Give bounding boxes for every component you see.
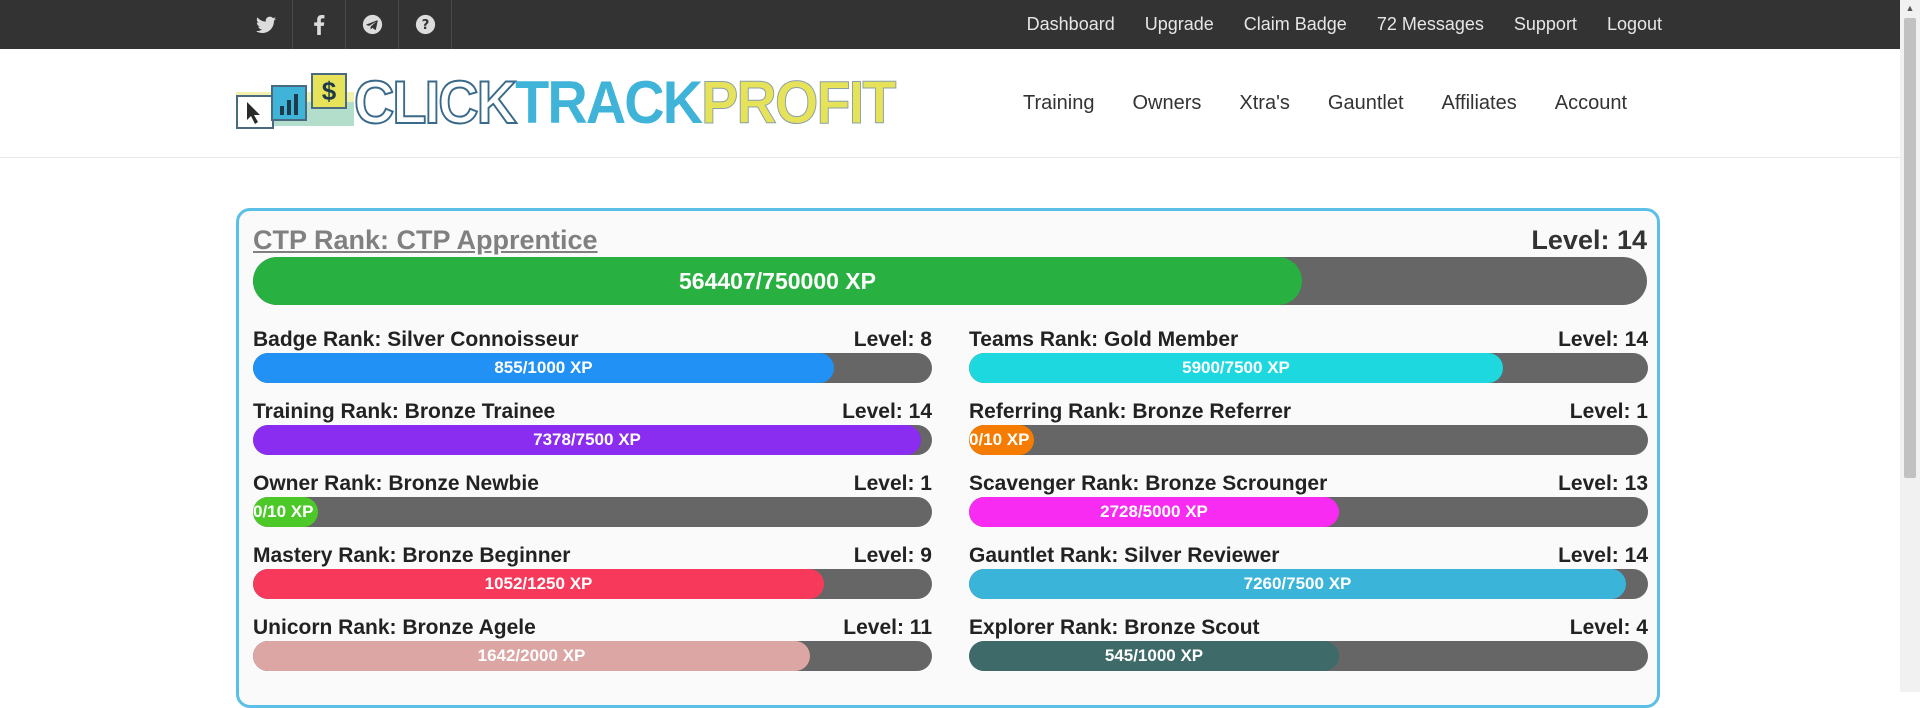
nav-affiliates[interactable]: Affiliates [1442, 92, 1517, 115]
rank-row: Explorer Rank: Bronze Scout Level: 4 545/1… [969, 616, 1648, 676]
rank-level: Level: 14 [1558, 328, 1648, 351]
rank-xp-text: 0/10 XP [253, 502, 314, 521]
rank-level: Level: 1 [1569, 400, 1648, 423]
rank-name: Scavenger Rank: Bronze Scrounger [969, 472, 1328, 495]
rank-row: Owner Rank: Bronze Newbie Level: 1 0/10 XP [253, 472, 932, 532]
rank-progress-bar: 1642/2000 XP [253, 641, 932, 671]
rank-level: Level: 14 [1558, 544, 1648, 567]
rank-level: Level: 8 [853, 328, 932, 351]
rank-xp-text: 5900/7500 XP [1182, 358, 1290, 377]
nav-dashboard[interactable]: Dashboard [1027, 14, 1115, 35]
nav-xtras[interactable]: Xtra's [1239, 92, 1290, 115]
rank-progress-bar: 5900/7500 XP [969, 353, 1648, 383]
rank-progress-bar: 0/10 XP [969, 425, 1648, 455]
rank-progress-bar: 855/1000 XP [253, 353, 932, 383]
rank-name: Gauntlet Rank: Silver Reviewer [969, 544, 1280, 567]
nav-logout[interactable]: Logout [1607, 14, 1662, 35]
rank-xp-text: 2728/5000 XP [1100, 502, 1208, 521]
rank-xp-text: 1642/2000 XP [477, 646, 586, 665]
rank-xp-text: 7260/7500 XP [1243, 574, 1352, 593]
rank-name: Badge Rank: Silver Connoisseur [253, 328, 579, 351]
main-nav: Training Owners Xtra's Gauntlet Affiliat… [985, 49, 1627, 157]
scroll-thumb[interactable] [1904, 18, 1916, 478]
nav-gauntlet[interactable]: Gauntlet [1328, 92, 1404, 115]
rank-row: Badge Rank: Silver Connoisseur Level: 8 85… [253, 328, 932, 388]
svg-text:$: $ [322, 76, 337, 106]
rank-progress-bar: 7260/7500 XP [969, 569, 1648, 599]
rank-level: Level: 11 [843, 616, 932, 639]
rank-row: Referring Rank: Bronze Referrer Level: 1 0… [969, 400, 1648, 460]
svg-text:?: ? [421, 18, 429, 33]
rank-progress-bar: 2728/5000 XP [969, 497, 1648, 527]
page-scrollbar[interactable]: ▲ [1900, 0, 1920, 692]
site-header: $ CLICKTRACKPROFIT Training Owners Xtra'… [0, 49, 1900, 158]
rank-level: Level: 13 [1558, 472, 1648, 495]
ctp-rank-progress-bar: 564407/750000 XP [253, 257, 1647, 305]
rank-progress-bar: 7378/7500 XP [253, 425, 932, 455]
rank-name: Mastery Rank: Bronze Beginner [253, 544, 571, 567]
rank-level: Level: 4 [1569, 616, 1648, 639]
rank-level: Level: 1 [853, 472, 932, 495]
top-nav: Dashboard Upgrade Claim Badge 72 Message… [997, 0, 1662, 49]
rank-row: Unicorn Rank: Bronze Agele Level: 11 1642/… [253, 616, 932, 676]
twitter-icon[interactable] [240, 0, 293, 49]
logo-wordmark: CLICKTRACKPROFIT [353, 72, 897, 134]
nav-owners[interactable]: Owners [1132, 92, 1201, 115]
ctp-rank-title[interactable]: CTP Rank: CTP Apprentice [253, 225, 598, 256]
nav-claim-badge[interactable]: Claim Badge [1244, 14, 1347, 35]
rank-progress-bar: 0/10 XP [253, 497, 932, 527]
ctp-rank-xp-text: 564407/750000 XP [679, 268, 876, 294]
rank-xp-text: 0/10 XP [969, 430, 1030, 449]
rank-xp-text: 855/1000 XP [494, 358, 593, 377]
nav-account[interactable]: Account [1555, 92, 1627, 115]
nav-messages[interactable]: 72 Messages [1377, 14, 1484, 35]
rank-progress-bar: 545/1000 XP [969, 641, 1648, 671]
top-bar: ? Dashboard Upgrade Claim Badge 72 Messa… [0, 0, 1900, 49]
social-links: ? [240, 0, 452, 49]
rank-progress-bar: 1052/1250 XP [253, 569, 932, 599]
logo-part-track: TRACK [515, 69, 703, 136]
logo-part-click: CLICK [353, 69, 518, 136]
rank-name: Explorer Rank: Bronze Scout [969, 616, 1260, 639]
telegram-icon[interactable] [346, 0, 399, 49]
help-icon[interactable]: ? [399, 0, 452, 49]
rank-level: Level: 9 [853, 544, 932, 567]
nav-training[interactable]: Training [1023, 92, 1095, 115]
logo-part-profit: PROFIT [701, 69, 897, 136]
ctp-rank-level: Level: 14 [1531, 225, 1647, 255]
rank-row: Mastery Rank: Bronze Beginner Level: 9 105… [253, 544, 932, 604]
rank-panel: CTP Rank: CTP Apprentice Level: 14 56440… [236, 208, 1660, 708]
rank-name: Referring Rank: Bronze Referrer [969, 400, 1292, 423]
site-logo[interactable]: $ CLICKTRACKPROFIT [236, 72, 935, 134]
ctp-rank-header: CTP Rank: CTP Apprentice Level: 14 [253, 225, 1647, 255]
scroll-up-icon[interactable]: ▲ [1900, 0, 1920, 16]
rank-row: Scavenger Rank: Bronze Scrounger Level: 1… [969, 472, 1648, 532]
rank-row: Training Rank: Bronze Trainee Level: 14 73… [253, 400, 932, 460]
rank-row: Gauntlet Rank: Silver Reviewer Level: 14 7… [969, 544, 1648, 604]
nav-support[interactable]: Support [1514, 14, 1577, 35]
rank-name: Owner Rank: Bronze Newbie [253, 472, 539, 495]
rank-xp-text: 7378/7500 XP [533, 430, 641, 449]
rank-row: Teams Rank: Gold Member Level: 14 5900/750… [969, 328, 1648, 388]
rank-xp-text: 545/1000 XP [1104, 646, 1204, 665]
rank-name: Training Rank: Bronze Trainee [253, 400, 556, 423]
rank-name: Unicorn Rank: Bronze Agele [253, 616, 536, 639]
nav-upgrade[interactable]: Upgrade [1145, 14, 1214, 35]
logo-graphic-icon: $ [236, 73, 354, 129]
rank-xp-text: 1052/1250 XP [484, 574, 593, 593]
facebook-icon[interactable] [293, 0, 346, 49]
rank-level: Level: 14 [842, 400, 932, 423]
rank-name: Teams Rank: Gold Member [969, 328, 1239, 351]
